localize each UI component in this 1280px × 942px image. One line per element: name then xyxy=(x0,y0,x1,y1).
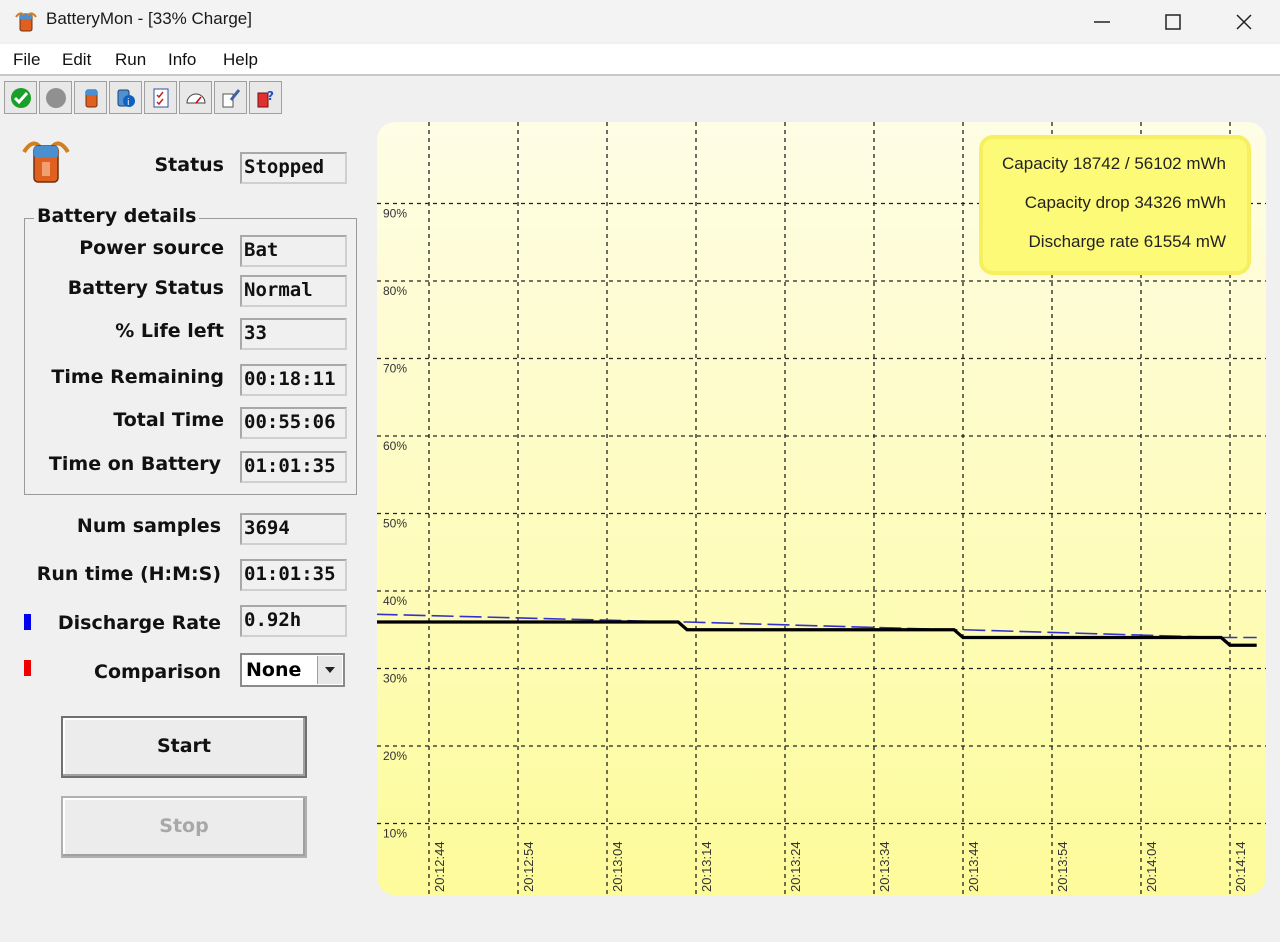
menu-info[interactable]: Info xyxy=(168,50,196,70)
start-button[interactable]: Start xyxy=(61,716,307,778)
window-title: BatteryMon - [33% Charge] xyxy=(46,9,252,28)
checklist-icon xyxy=(153,88,169,108)
menu-file[interactable]: File xyxy=(13,50,40,70)
settings-wrench-icon xyxy=(222,89,241,108)
comparison-dropdown[interactable]: None xyxy=(240,653,345,687)
y-tick-label: 80% xyxy=(383,284,407,298)
num-samples-label: Num samples xyxy=(76,515,221,537)
stop-button[interactable]: Stop xyxy=(61,796,307,858)
y-tick-label: 40% xyxy=(383,594,407,608)
x-tick-label: 20:12:54 xyxy=(521,841,536,892)
gauge-icon xyxy=(186,93,206,104)
num-samples-value: 3694 xyxy=(240,513,347,545)
discharge-rate-label: Discharge Rate xyxy=(57,612,221,634)
x-tick-label: 20:12:44 xyxy=(432,841,447,892)
discharge-rate-marker xyxy=(24,614,31,630)
legend-discharge-rate: Discharge rate 61554 mW xyxy=(1028,232,1226,251)
battery-status-label: Battery Status xyxy=(67,277,224,299)
battery-details-title: Battery details xyxy=(34,205,200,227)
x-tick-label: 20:14:04 xyxy=(1144,841,1159,892)
y-tick-label: 20% xyxy=(383,749,407,763)
x-tick-label: 20:13:24 xyxy=(788,841,803,892)
power-source-value: Bat xyxy=(240,235,347,267)
help-toolbar-button[interactable]: ? xyxy=(249,81,282,114)
time-on-battery-value: 01:01:35 xyxy=(240,451,347,483)
stop-grey-circle-icon xyxy=(46,88,66,108)
checklist-toolbar-button[interactable] xyxy=(144,81,177,114)
y-tick-label: 50% xyxy=(383,517,407,531)
svg-text:i: i xyxy=(127,98,130,108)
menu-help[interactable]: Help xyxy=(223,50,258,70)
y-tick-label: 70% xyxy=(383,362,407,376)
y-tick-label: 10% xyxy=(383,827,407,841)
comparison-marker xyxy=(24,660,31,676)
legend-capacity: Capacity 18742 / 56102 mWh xyxy=(1002,154,1226,173)
battery-status-icon xyxy=(22,141,70,183)
maximize-icon xyxy=(1165,14,1181,30)
run-time-value: 01:01:35 xyxy=(240,559,347,591)
menu-run[interactable]: Run xyxy=(115,50,146,70)
battery-info-toolbar-button[interactable]: i xyxy=(109,81,142,114)
comparison-selected-value: None xyxy=(246,659,302,681)
chevron-down-icon xyxy=(325,667,335,673)
total-time-label: Total Time xyxy=(113,409,224,431)
x-tick-label: 20:13:04 xyxy=(610,841,625,892)
battery-chart: 90% 80% 70% 60% 50% 40% 30% 20% 10% 20:12:44 20:1… xyxy=(377,122,1266,895)
settings-toolbar-button[interactable] xyxy=(214,81,247,114)
status-value: Stopped xyxy=(240,152,347,184)
y-tick-label: 30% xyxy=(383,672,407,686)
dropdown-arrow-button[interactable] xyxy=(317,656,342,684)
toolbar: i ? xyxy=(4,81,286,115)
x-tick-label: 20:13:54 xyxy=(1055,841,1070,892)
stop-toolbar-button[interactable] xyxy=(39,81,72,114)
close-button[interactable] xyxy=(1208,0,1280,42)
x-tick-label: 20:14:14 xyxy=(1233,841,1248,892)
comparison-label: Comparison xyxy=(94,661,221,683)
legend-capacity-drop: Capacity drop 34326 mWh xyxy=(1024,193,1226,212)
run-time-label: Run time (H:M:S) xyxy=(36,563,221,585)
discharge-rate-value: 0.92h xyxy=(240,605,347,637)
maximize-button[interactable] xyxy=(1137,0,1209,42)
status-label: Status xyxy=(154,154,224,176)
gauge-toolbar-button[interactable] xyxy=(179,81,212,114)
battery-icon xyxy=(85,89,98,108)
start-toolbar-button[interactable] xyxy=(4,81,37,114)
time-on-battery-label: Time on Battery xyxy=(48,453,221,475)
battery-app-icon xyxy=(15,12,37,32)
time-remaining-value: 00:18:11 xyxy=(240,364,347,396)
y-tick-label: 90% xyxy=(383,207,407,221)
svg-text:?: ? xyxy=(267,89,274,103)
time-remaining-label: Time Remaining xyxy=(51,366,224,388)
title-bar: BatteryMon - [33% Charge] xyxy=(0,0,1280,42)
x-tick-label: 20:13:44 xyxy=(966,841,981,892)
battery-status-value: Normal xyxy=(240,275,347,307)
battery-info-icon: i xyxy=(117,89,135,108)
life-left-value: 33 xyxy=(240,318,347,350)
power-source-label: Power source xyxy=(79,237,224,259)
x-tick-label: 20:13:14 xyxy=(699,841,714,892)
minimize-icon xyxy=(1094,21,1110,23)
start-green-check-icon xyxy=(11,88,31,108)
close-icon xyxy=(1236,14,1252,30)
minimize-button[interactable] xyxy=(1066,0,1138,42)
menu-bar: File Edit Run Info Help xyxy=(0,44,1280,76)
x-tick-label: 20:13:34 xyxy=(877,841,892,892)
help-icon: ? xyxy=(257,89,274,108)
menu-edit[interactable]: Edit xyxy=(62,50,91,70)
y-tick-label: 60% xyxy=(383,439,407,453)
battery-toolbar-button[interactable] xyxy=(74,81,107,114)
life-left-label: % Life left xyxy=(115,320,224,342)
total-time-value: 00:55:06 xyxy=(240,407,347,439)
